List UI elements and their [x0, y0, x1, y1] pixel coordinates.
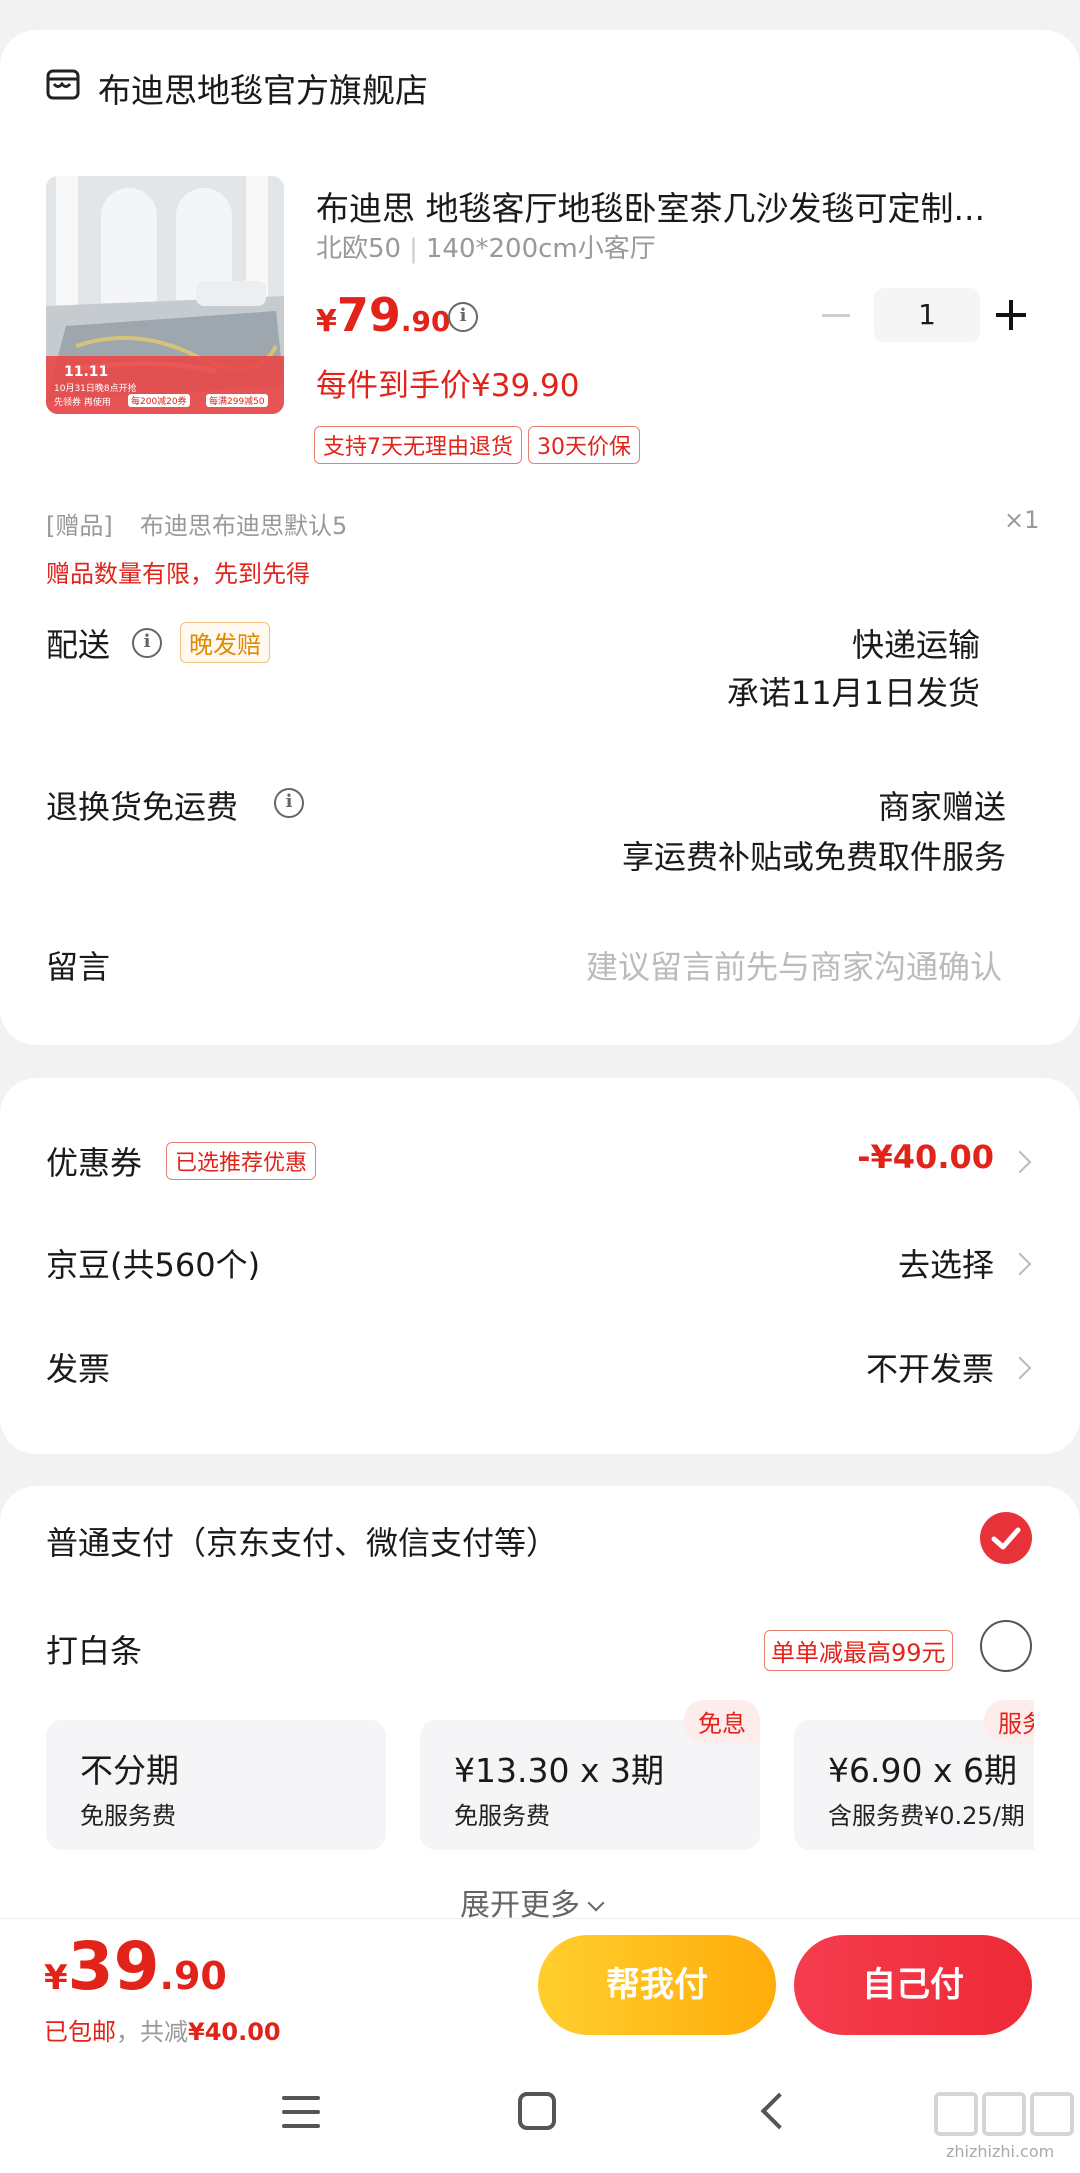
chevron-down-icon [587, 1894, 605, 1912]
gift-name[interactable]: 布迪思布迪思默认5 [140, 506, 347, 541]
invoice-label: 发票 [46, 1350, 111, 1388]
quantity-input[interactable]: 1 [874, 288, 980, 342]
product-image[interactable]: 11.11 10月31日晚8点开抢 先领券 再使用 每200减20券 每满299… [46, 176, 284, 414]
quantity-decrease-button[interactable] [822, 314, 850, 317]
delivery-info-icon[interactable]: i [132, 628, 162, 658]
late-delivery-badge: 晚发赔 [180, 622, 270, 663]
total-price: ¥39.90 [44, 1928, 227, 2005]
spec-size: 140*200cm小客厅 [425, 234, 656, 264]
shop-icon [46, 68, 80, 102]
return-shipping-value: 商家赠送 [877, 788, 1006, 826]
return-info-icon[interactable]: i [274, 788, 304, 818]
promo-banner-title: 11.11 [64, 364, 109, 380]
shipping-saving-info: 已包邮，共减¥40.00 [44, 2018, 281, 2046]
spec-color: 北欧50 [316, 234, 402, 264]
price-protect-tag: 30天价保 [528, 426, 640, 464]
return-shipping-detail: 享运费补贴或免费取件服务 [621, 838, 1006, 876]
order-card: 布迪思地毯官方旗舰店 11.11 10月31日晚8点开抢 先领券 再使用 每20… [0, 30, 1080, 1045]
shop-name[interactable]: 布迪思地毯官方旗舰店 [98, 64, 428, 112]
jingdou-chevron-icon[interactable] [1008, 1252, 1032, 1276]
delivery-method[interactable]: 快递运输 [852, 620, 980, 666]
quantity-increase-button[interactable] [996, 298, 1030, 332]
discount-card: 优惠券 已选推荐优惠 -¥40.00 京豆(共560个) 去选择 发票 不开发票 [0, 1078, 1080, 1454]
baitiao-radio[interactable] [980, 1620, 1032, 1672]
coupon-label: 优惠券 [46, 1144, 143, 1182]
message-label: 留言 [46, 948, 111, 986]
watermark-logo [934, 2090, 1074, 2140]
watermark-text: zhizhizhi.com [946, 2142, 1055, 2161]
product-price: ¥79.90 [316, 288, 451, 342]
gift-quantity: ×1 [1004, 506, 1040, 534]
baitiao-promo-badge: 单单减最高99元 [764, 1630, 953, 1671]
jingdou-value[interactable]: 去选择 [898, 1240, 994, 1286]
product-spec[interactable]: 北欧50 | 140*200cm小客厅 [316, 228, 656, 265]
help-pay-button[interactable]: 帮我付 [538, 1935, 776, 2035]
promo-banner-date: 10月31日晚8点开抢 [54, 384, 137, 394]
return-policy-tag: 支持7天无理由退货 [314, 426, 522, 464]
baitiao-label[interactable]: 打白条 [46, 1626, 142, 1672]
coupon-badge: 已选推荐优惠 [166, 1142, 317, 1180]
jingdou-label: 京豆(共560个) [46, 1246, 261, 1284]
normal-pay-label[interactable]: 普通支付（京东支付、微信支付等） [46, 1518, 558, 1564]
invoice-value[interactable]: 不开发票 [866, 1344, 994, 1390]
coupon-chevron-icon[interactable] [1008, 1150, 1032, 1174]
per-item-price: 每件到手价¥39.90 [316, 368, 580, 404]
price-info-icon[interactable]: i [448, 302, 478, 332]
product-title[interactable]: 布迪思 地毯客厅地毯卧室茶几沙发毯可定制... [316, 182, 985, 230]
home-icon[interactable] [518, 2092, 556, 2130]
return-shipping-label: 退换货免运费 [46, 788, 239, 826]
menu-icon[interactable] [282, 2096, 320, 2130]
gift-note: 赠品数量有限，先到先得 [46, 560, 310, 588]
promo-banner-coupon2: 每满299减50 [206, 394, 268, 407]
message-input[interactable]: 建议留言前先与商家沟通确认 [586, 942, 1002, 988]
delivery-label: 配送 [46, 626, 111, 664]
promo-banner-sub: 先领券 再使用 [54, 398, 111, 408]
normal-pay-checked-icon[interactable] [980, 1512, 1032, 1564]
self-pay-button[interactable]: 自己付 [794, 1935, 1032, 2035]
invoice-chevron-icon[interactable] [1008, 1356, 1032, 1380]
gift-label: [赠品] [46, 512, 113, 540]
delivery-promise: 承诺11月1日发货 [726, 674, 980, 712]
promo-banner-coupon1: 每200减20券 [128, 394, 190, 407]
coupon-value[interactable]: -¥40.00 [857, 1138, 994, 1176]
